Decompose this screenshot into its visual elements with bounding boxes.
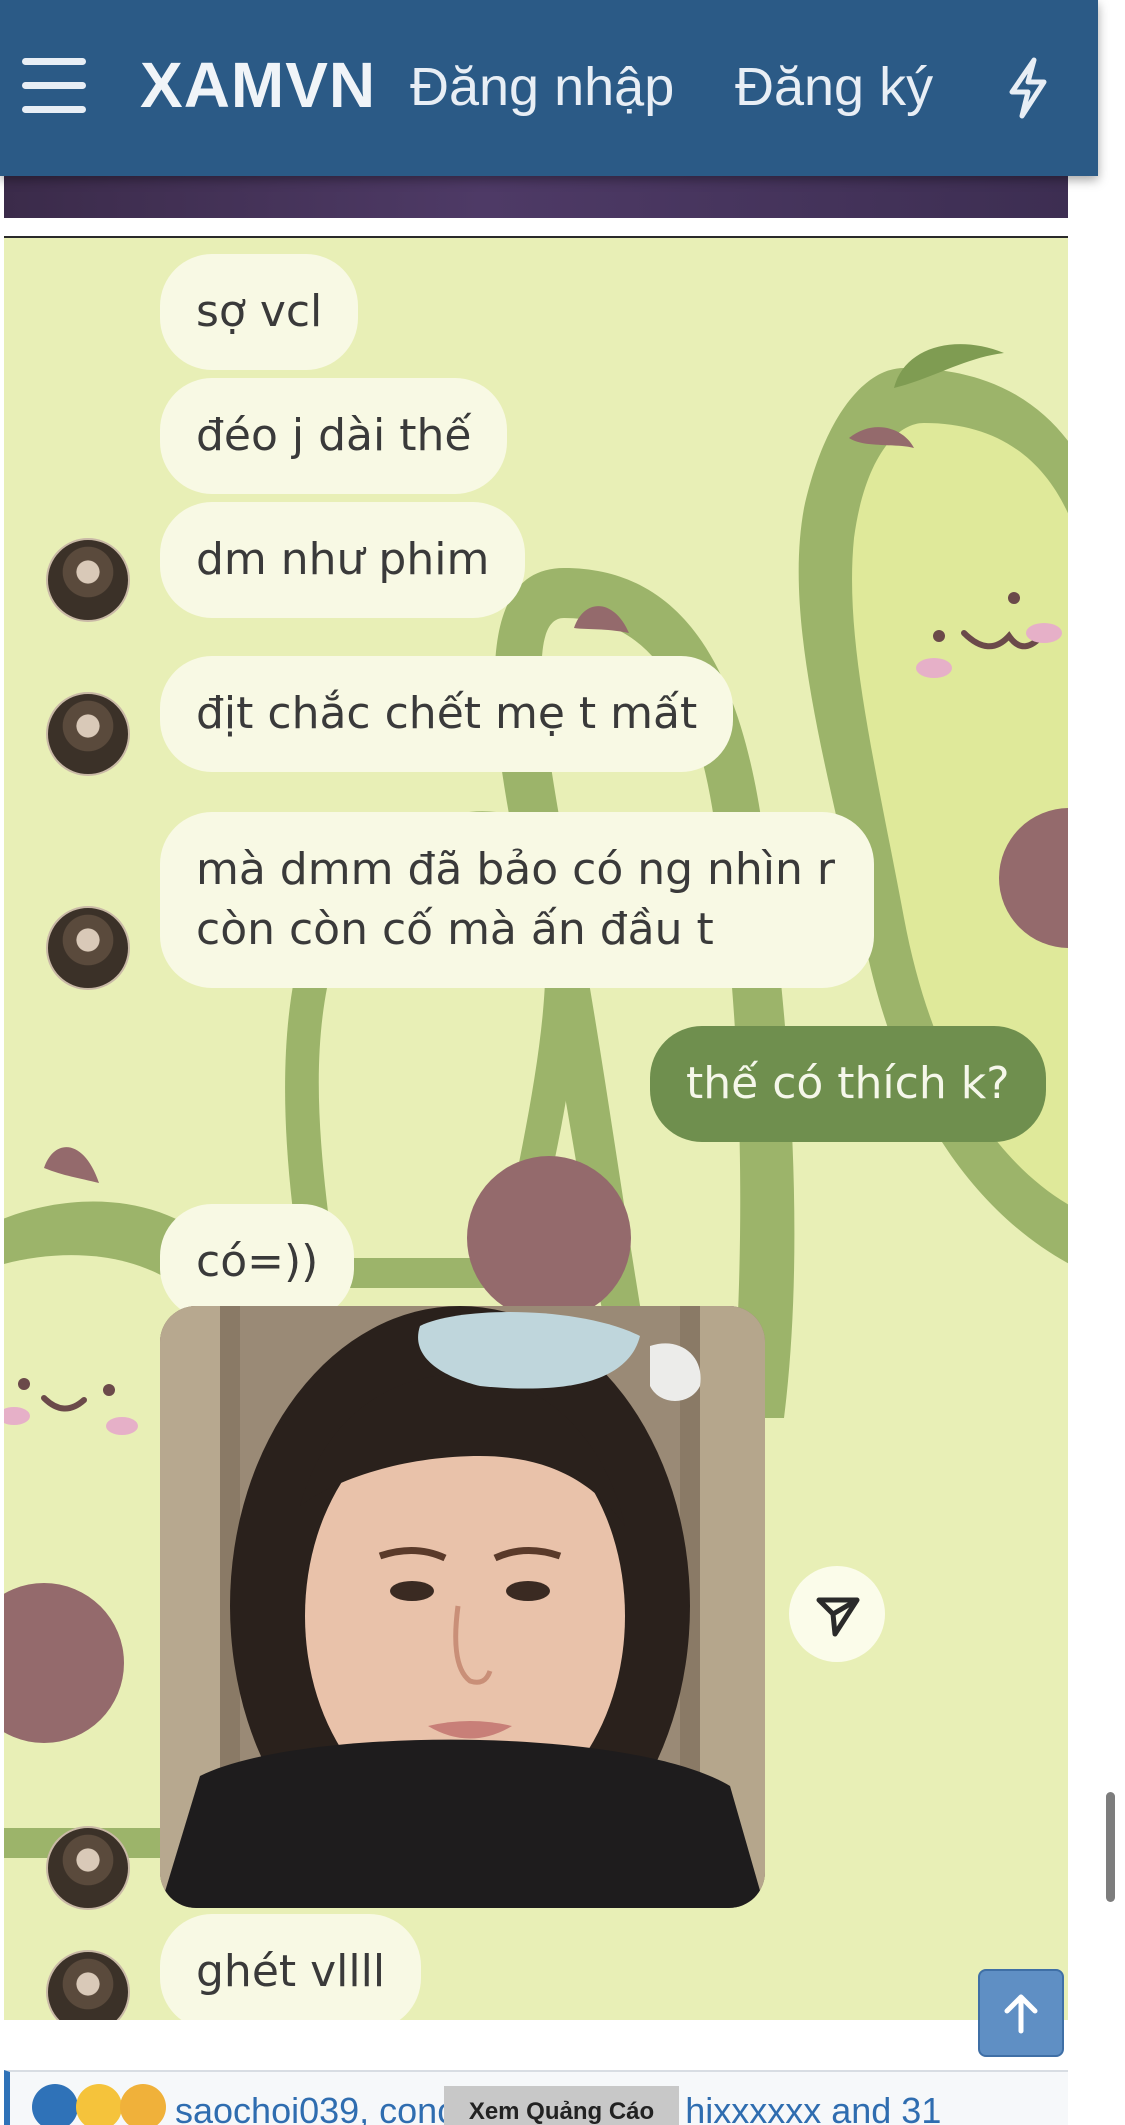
chat-message: đéo j dài thế: [160, 378, 508, 494]
send-icon[interactable]: [789, 1566, 885, 1662]
chat-message: có=)): [160, 1204, 355, 1320]
avatar: [46, 906, 130, 990]
avatar: [46, 538, 130, 622]
back-to-top-button[interactable]: [978, 1969, 1064, 2057]
ad-label[interactable]: Xem Quảng Cáo: [444, 2086, 679, 2125]
scrollbar[interactable]: [1106, 1792, 1115, 1902]
chat-message: mà dmm đã bảo có ng nhìn r còn còn cố mà…: [160, 812, 874, 988]
selfie-photo[interactable]: [160, 1306, 765, 1908]
chat-message: địt chắc chết mẹ t mất: [160, 656, 734, 772]
login-link[interactable]: Đăng nhập: [410, 56, 674, 118]
hamburger-icon[interactable]: [22, 58, 86, 114]
chat-message-sent: thế có thích k?: [650, 1026, 1046, 1142]
haha-icon: [76, 2084, 122, 2125]
chat-message: ghét vllll: [160, 1914, 422, 2020]
site-logo[interactable]: XAMVN: [140, 48, 376, 122]
register-link[interactable]: Đăng ký: [735, 56, 933, 118]
avatar: [46, 1826, 130, 1910]
chat-message: sợ vcl: [160, 254, 359, 370]
chat-screenshot: sợ vcl đéo j dài thế dm như phim địt chắ…: [4, 238, 1068, 2020]
reactions-users-start[interactable]: saochoi039, conc: [175, 2090, 455, 2125]
reactions-users-end[interactable]: hixxxxxx and 31: [685, 2090, 941, 2125]
arrow-up-icon: [1004, 1994, 1038, 2034]
previous-image-strip: [4, 176, 1068, 218]
like-icon: [32, 2084, 78, 2125]
bolt-icon[interactable]: [1000, 56, 1056, 120]
chat-message: dm như phim: [160, 502, 526, 618]
top-navigation-bar: XAMVN Đăng nhập Đăng ký: [0, 0, 1098, 176]
love-icon: [120, 2084, 166, 2125]
avatar: [46, 692, 130, 776]
